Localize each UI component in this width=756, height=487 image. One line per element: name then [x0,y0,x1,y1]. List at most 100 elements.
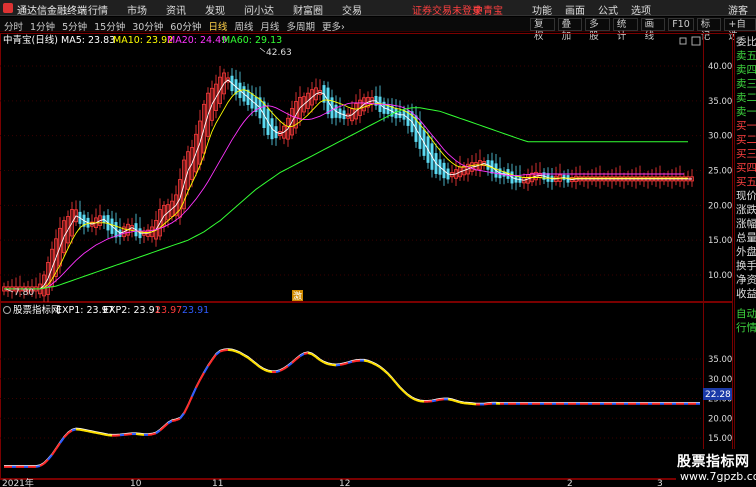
login-notice[interactable]: 证券交易未登录 [412,2,482,17]
side-item-bid1[interactable]: 买一 [736,119,756,133]
ma60-line [4,107,688,290]
side-item-outer-volume[interactable]: 外盘 [736,245,756,259]
exp2-segment [435,398,441,402]
side-item-ask4[interactable]: 卖四 [736,63,756,77]
tool-overlay-button[interactable]: 叠加 [557,18,583,42]
exp2-legend: EXP2: 23.91 [103,305,161,316]
side-item-earnings[interactable]: 收益 [736,287,756,301]
tool-adjust-button[interactable]: 复权 [530,18,555,42]
period-tab-more[interactable]: 更多› [322,19,345,33]
exp2-segment [231,349,237,353]
side-item-bid5[interactable]: 买五 [736,175,756,189]
price-tick-label: 20.00 [708,201,732,211]
period-tab-multi[interactable]: 多周期 [286,19,315,33]
exp2-segment [199,372,205,381]
tool-mark-button[interactable]: 标记 [696,18,722,42]
tool-f10-button[interactable]: F10 [668,18,694,31]
candlesticks [2,66,694,303]
exp2-segment [79,428,85,432]
menu-item-screen[interactable]: 画面 [565,2,585,17]
tool-multi-stock-button[interactable]: 多股 [585,18,610,42]
ma10-legend: MA10: 23.92 [113,35,173,46]
menu-item-exchange[interactable]: 市场 [127,2,147,17]
period-tab-60min[interactable]: 60分钟 [170,19,201,33]
side-item-ask2[interactable]: 卖二 [736,91,756,105]
current-stock-name: 中青宝 [473,6,503,17]
side-item-ask5[interactable]: 卖五 [736,49,756,63]
side-item-change[interactable]: 涨跌 [736,203,756,217]
kline-chart[interactable]: 中青宝(日线) MA5: 23.83 MA10: 23.92 MA20: 24.… [0,33,733,487]
side-item-auto[interactable]: 自动 [736,307,756,321]
period-tabs: 分时 1分钟 5分钟 15分钟 30分钟 60分钟 日线 周线 月线 多周期 更… [4,19,345,33]
period-tab-15min[interactable]: 15分钟 [94,19,125,33]
period-tab-monthly[interactable]: 月线 [260,19,279,33]
exp2-segment [171,419,177,423]
menu-item-function[interactable]: 功能 [532,2,552,17]
tool-stats-button[interactable]: 统计 [612,18,638,42]
right-menu: 功能 画面 公式 选项 [532,2,651,17]
side-item-volume[interactable]: 总量 [736,231,756,245]
price-tick-label: 25.00 [708,167,732,177]
side-item-ask1[interactable]: 卖一 [736,105,756,119]
watermark-title: 股票指标网 [677,454,750,470]
tool-draw-button[interactable]: 画线 [640,18,666,42]
menu-item-trade[interactable]: 交易 [342,2,362,17]
exp2-segment [183,405,189,414]
price-tick-label: 40.00 [708,62,732,72]
exp2-segment [295,355,301,361]
side-item-price[interactable]: 现价 [736,189,756,203]
ma20-line [4,102,684,290]
x-label-10: 10 [130,479,142,487]
main-menu: 行情 市场 资讯 发现 问小达 财富圈 交易 [88,2,362,17]
exp2-segment [415,399,421,403]
tool-add-watchlist-button[interactable]: +自选 [724,18,756,42]
indicator-title: 股票指标网 [13,304,61,316]
menu-item-formula[interactable]: 公式 [598,2,618,17]
x-label-2021: 2021年 [2,477,34,487]
period-tab-intraday[interactable]: 分时 [4,19,23,33]
exp2-segment [91,431,97,434]
chart-area[interactable]: 中青宝(日线) MA5: 23.83 MA10: 23.92 MA20: 24.… [0,33,733,487]
side-item-net-assets[interactable]: 净资 [736,273,756,287]
exp2-segment [219,349,225,353]
indicator-settings-icon[interactable] [3,306,11,314]
side-item-bid3[interactable]: 买三 [736,147,756,161]
indicator-tick-label: 30.00 [708,375,732,385]
quote-side-panel: 委比 卖五 卖四 卖三 卖二 卖一 买一 买二 买三 买四 买五 现价 涨跌 涨… [734,33,756,487]
menu-item-assistant[interactable]: 问小达 [244,2,274,17]
side-item-bid4[interactable]: 买四 [736,161,756,175]
exp2-segment [383,369,389,375]
menu-item-options[interactable]: 选项 [631,2,651,17]
exp2-segment [95,431,101,435]
exp2-segment [251,360,257,365]
indicator-current-value: 22.28 [705,390,731,400]
exp1-value-red: 23.97 [155,305,182,316]
grid-lines [0,65,703,439]
exp2-segment [459,401,465,405]
side-item-change-pct[interactable]: 涨幅 [736,217,756,231]
side-item-quotes[interactable]: 行情 [736,321,756,335]
period-tab-weekly[interactable]: 周线 [234,19,253,33]
maximize-icon[interactable] [691,36,701,46]
exp2-segment [363,359,369,363]
restore-icon[interactable] [679,37,687,45]
guest-user[interactable]: 游客 [728,2,748,17]
menu-item-discover[interactable]: 发现 [205,2,225,17]
period-tab-5min[interactable]: 5分钟 [62,19,87,33]
period-tab-daily[interactable]: 日线 [208,19,227,33]
menu-item-market[interactable]: 行情 [88,2,108,17]
side-item-bid2[interactable]: 买二 [736,133,756,147]
side-item-turnover[interactable]: 换手 [736,259,756,273]
menu-item-wealth[interactable]: 财富圈 [293,2,323,17]
period-tab-30min[interactable]: 30分钟 [132,19,163,33]
period-tab-1min[interactable]: 1分钟 [30,19,55,33]
side-item-weibi[interactable]: 委比 [736,35,756,49]
x-label-11: 11 [212,479,223,487]
exp2-segment [103,433,109,437]
exp2-segment [447,398,453,402]
main-chart-title: 中青宝(日线) [3,34,58,46]
side-item-ask3[interactable]: 卖三 [736,77,756,91]
exp2-segment [455,400,461,404]
menu-item-news[interactable]: 资讯 [166,2,186,17]
exp2-segment [307,352,313,356]
